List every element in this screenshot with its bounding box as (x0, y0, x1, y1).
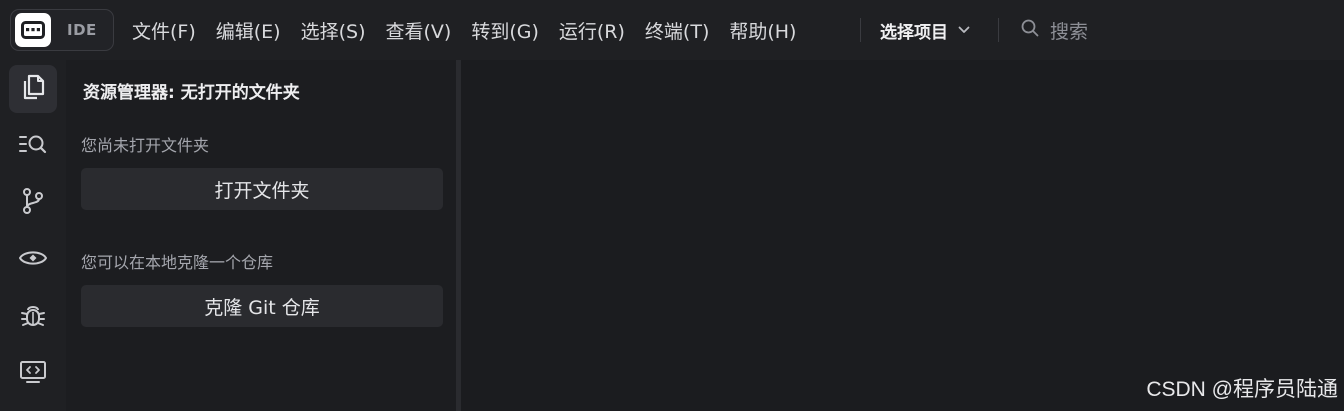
clone-message: 您可以在本地克隆一个仓库 (81, 253, 274, 272)
activity-search[interactable] (9, 122, 57, 170)
app-logo-icon (15, 13, 51, 47)
activity-bar (0, 60, 66, 411)
search-list-icon (18, 132, 48, 160)
title-bar: IDE 文件(F) 编辑(E) 选择(S) 查看(V) 转到(G) 运行(R) … (0, 0, 1344, 60)
project-select[interactable]: 选择项目 (872, 10, 978, 50)
bug-icon (20, 301, 46, 333)
clone-repository-button[interactable]: 克隆 Git 仓库 (81, 285, 443, 327)
menu-view[interactable]: 查看(V) (376, 10, 462, 50)
open-folder-button[interactable]: 打开文件夹 (81, 168, 443, 210)
menu-bar: 文件(F) 编辑(E) 选择(S) 查看(V) 转到(G) 运行(R) 终端(T… (122, 0, 806, 60)
menu-terminal[interactable]: 终端(T) (635, 10, 719, 50)
divider (998, 18, 999, 42)
app-logo-switcher[interactable]: IDE (10, 9, 114, 51)
search-box[interactable]: 搜索 (1012, 10, 1096, 50)
panel-title: 资源管理器: 无打开的文件夹 (83, 83, 300, 103)
activity-source-control[interactable] (9, 179, 57, 227)
search-placeholder: 搜索 (1050, 20, 1089, 43)
menu-run[interactable]: 运行(R) (549, 10, 635, 50)
activity-remote[interactable] (9, 350, 57, 398)
source-control-icon (21, 187, 45, 219)
watermark: CSDN @程序员陆通 (1146, 378, 1338, 401)
project-select-label: 选择项目 (880, 22, 948, 43)
eye-icon (18, 247, 48, 273)
editor-area: CSDN @程序员陆通 (461, 60, 1344, 411)
remote-display-icon (19, 359, 47, 389)
menu-go[interactable]: 转到(G) (461, 10, 549, 50)
chevron-down-icon (958, 26, 970, 34)
divider (860, 18, 861, 42)
menu-edit[interactable]: 编辑(E) (206, 10, 291, 50)
files-icon (20, 73, 46, 105)
activity-debug[interactable] (9, 293, 57, 341)
menu-selection[interactable]: 选择(S) (291, 10, 376, 50)
search-icon (1020, 18, 1040, 43)
menu-help[interactable]: 帮助(H) (719, 10, 806, 50)
menu-file[interactable]: 文件(F) (122, 10, 206, 50)
no-folder-message: 您尚未打开文件夹 (81, 136, 210, 155)
activity-explorer[interactable] (9, 65, 57, 113)
app-logo-label: IDE (67, 21, 97, 39)
explorer-panel: 资源管理器: 无打开的文件夹 您尚未打开文件夹 打开文件夹 您可以在本地克隆一个… (66, 60, 456, 411)
activity-preview[interactable] (9, 236, 57, 284)
